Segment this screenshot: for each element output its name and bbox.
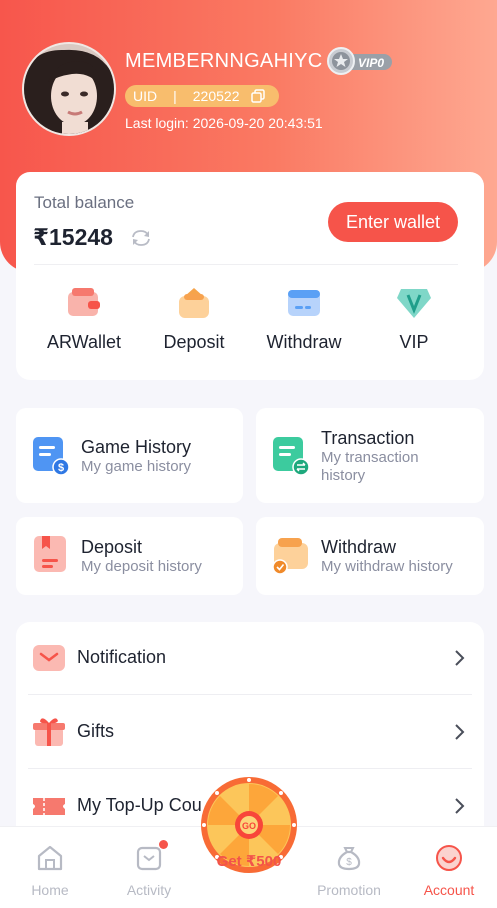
deposit-history-title: Deposit [81, 537, 143, 557]
quick-action-label: Withdraw [266, 332, 342, 352]
gift-icon [33, 718, 65, 746]
uid-pill[interactable]: UID | 220522 [125, 85, 279, 107]
divider [28, 694, 472, 695]
deposit-icon [179, 288, 209, 318]
tab-home[interactable]: Home [5, 843, 95, 898]
menu-item-label: Gifts [77, 721, 115, 741]
balance-amount: ₹15248 [33, 224, 113, 250]
refresh-icon[interactable] [130, 228, 152, 248]
avatar[interactable] [22, 42, 116, 136]
chevron-right-icon [455, 650, 465, 666]
quick-action-label: ARWallet [46, 332, 122, 352]
tab-account[interactable]: Account [404, 843, 494, 898]
chevron-right-icon [455, 724, 465, 740]
vip-badge-text: VIP0 [358, 56, 384, 70]
game-history-icon: $ [33, 437, 70, 476]
quick-action-deposit[interactable]: Deposit [139, 286, 249, 353]
menu-item-gifts[interactable]: Gifts [16, 696, 484, 770]
divider [28, 768, 472, 769]
transaction-subtitle-line1: My transaction [321, 449, 419, 466]
ticket-icon [33, 798, 65, 815]
money-bag-icon: $ [337, 847, 361, 871]
tab-activity[interactable]: Activity [104, 843, 194, 898]
game-history-card[interactable]: $ Game History My game history [16, 408, 243, 503]
uid-value: 220522 [192, 88, 240, 104]
quick-action-withdraw[interactable]: Withdraw [249, 286, 359, 353]
balance-card: Total balance ₹15248 Enter wallet ARWall… [16, 172, 484, 380]
transaction-subtitle-line2: history [321, 467, 366, 484]
wallet-icon [68, 288, 100, 316]
quick-action-label: VIP [399, 332, 429, 352]
last-login: Last login: 2026-09-20 20:43:51 [125, 115, 323, 131]
quick-action-label: Deposit [163, 332, 225, 352]
chevron-right-icon [455, 798, 465, 814]
copy-icon[interactable] [251, 89, 266, 103]
game-history-subtitle: My game history [81, 458, 192, 475]
vip-badge-icon: VIP0 [327, 47, 392, 75]
svg-text:GO: GO [242, 821, 256, 831]
transaction-title: Transaction [321, 428, 415, 448]
account-icon [436, 845, 462, 871]
card-icon [288, 290, 320, 316]
tab-label: Promotion [317, 882, 381, 898]
tab-promotion[interactable]: $ Promotion [304, 843, 394, 898]
tab-label: Account [423, 882, 475, 898]
tab-label: Home [31, 882, 69, 898]
deposit-history-icon [34, 536, 66, 572]
deposit-history-subtitle: My deposit history [81, 558, 202, 575]
menu-item-notification[interactable]: Notification [16, 622, 484, 696]
uid-label: UID [133, 88, 158, 104]
get-bonus-button[interactable]: Get ₹500 [196, 852, 302, 870]
enter-wallet-button[interactable]: Enter wallet [328, 202, 458, 242]
mail-icon [33, 645, 65, 671]
balance-label: Total balance [34, 193, 135, 212]
notification-dot [159, 840, 168, 849]
quick-action-arwallet[interactable]: ARWallet [29, 286, 139, 353]
transaction-icon [273, 437, 310, 476]
menu-item-label: Notification [77, 647, 167, 667]
quick-action-vip[interactable]: VIP [359, 286, 469, 353]
uid-separator: | [173, 88, 177, 104]
game-history-title: Game History [81, 437, 192, 457]
deposit-history-card[interactable]: Deposit My deposit history [16, 517, 243, 595]
svg-text:$: $ [58, 462, 64, 474]
withdraw-history-subtitle: My withdraw history [321, 558, 453, 575]
menu-item-label: My Top-Up Cou [77, 795, 202, 815]
withdraw-history-icon [272, 538, 308, 575]
withdraw-history-card[interactable]: Withdraw My withdraw history [256, 517, 484, 595]
vip-gem-icon [397, 289, 431, 318]
divider [34, 264, 458, 265]
withdraw-history-title: Withdraw [321, 537, 397, 557]
home-icon [37, 845, 63, 871]
username: MEMBERNNGAHIYC [125, 50, 323, 72]
tab-label: Activity [126, 882, 172, 898]
svg-text:$: $ [346, 857, 352, 868]
transaction-card[interactable]: Transaction My transaction history [256, 408, 484, 503]
